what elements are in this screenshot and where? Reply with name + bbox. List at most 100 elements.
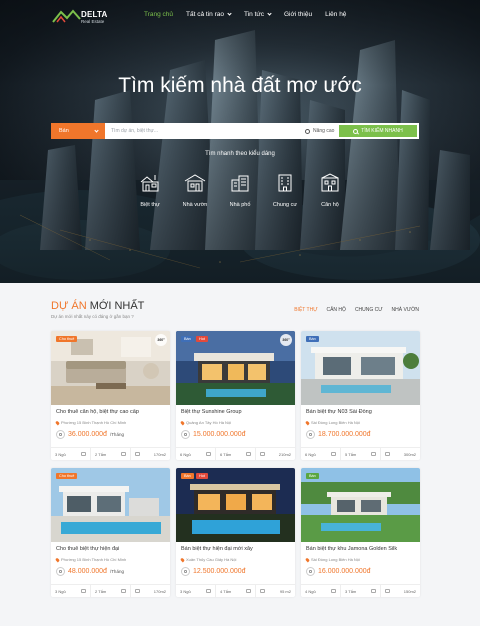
quick-type-label: Căn hộ (321, 202, 339, 208)
nav-item-label: Tất cả tin rao (186, 11, 224, 18)
bed-icon (81, 589, 86, 593)
price-row: 12.500.000.000đ (181, 567, 249, 576)
nav-item-news[interactable]: Tin tức (244, 11, 272, 18)
villa-dusk-image (176, 331, 295, 405)
tab-apartment[interactable]: CHUNG CƯ (355, 307, 383, 313)
garden-house-icon (184, 174, 206, 192)
listing-card[interactable]: Bán Bán biệt thự N03 Sài Đồng Sài Đồng L… (301, 331, 420, 460)
listing-price: 36.000.000đ (68, 431, 107, 438)
listing-title[interactable]: Bán biệt thự hiện đại mới xây (181, 546, 291, 552)
white-villa-image (301, 331, 420, 405)
quick-type-apartment[interactable]: Chung cư (265, 172, 305, 216)
night-villa-pool-image (176, 468, 295, 542)
quick-search-types: Biệt thự Nhà vườn Nhà phố Chung cư Căn h… (130, 172, 350, 216)
tab-condo[interactable]: CĂN HỘ (326, 307, 345, 313)
listing-title[interactable]: Bán biệt thự N03 Sài Đồng (306, 409, 416, 415)
hero-overlay (0, 0, 480, 283)
bathrooms-stat: 4 Tắm (216, 585, 256, 597)
tab-villa[interactable]: BIỆT THỰ (294, 307, 317, 313)
nav-item-label: Giới thiệu (283, 11, 313, 18)
location-text: Quảng An Tây Hồ Hà Nội (186, 420, 232, 425)
quick-search-button[interactable]: TÌM KIẾM NHANH (339, 125, 417, 137)
bathrooms-stat: 6 Tắm (216, 448, 256, 460)
hot-badge: Hot (196, 336, 208, 342)
area-stat: 170m2 (131, 585, 170, 597)
phone-icon[interactable] (181, 567, 190, 576)
listing-title[interactable]: Cho thuê căn hộ, biệt thự cao cấp (56, 409, 166, 415)
chevron-down-icon (227, 11, 232, 16)
listing-title[interactable]: Biệt thự Sunshine Group (181, 409, 291, 415)
bedrooms-stat: 3 Ngủ (51, 448, 91, 460)
bedrooms-value: 6 Ngủ (180, 451, 191, 457)
quick-type-garden-house[interactable]: Nhà vườn (175, 172, 215, 216)
listing-card[interactable]: Cho thuê 360° Cho thuê căn hộ, biệt thự … (51, 331, 170, 460)
bedrooms-value: 4 Ngủ (305, 588, 316, 594)
bedrooms-stat: 3 Ngủ (51, 585, 91, 597)
tab-garden-house[interactable]: NHÀ VƯỜN (392, 307, 419, 313)
quick-type-villa[interactable]: Biệt thự (130, 172, 170, 216)
bedrooms-value: 3 Ngủ (55, 588, 66, 594)
phone-icon[interactable] (306, 567, 315, 576)
listing-photo[interactable]: Cho thuê (51, 468, 170, 542)
phone-icon[interactable] (306, 430, 315, 439)
advanced-search-button[interactable]: Nâng cao (305, 128, 339, 134)
townhouse-icon (231, 175, 249, 192)
bathrooms-value: 6 Tắm (220, 451, 232, 457)
chevron-down-icon (267, 11, 272, 16)
panorama-360-icon[interactable]: 360° (155, 334, 167, 346)
listing-price: 12.500.000.000đ (193, 568, 246, 575)
price-row: 18.700.000.000đ (306, 430, 374, 439)
logo-text: DELTA (81, 10, 108, 19)
listing-location: Xuân Thủy Cầu Giấy Hà Nội (180, 557, 236, 562)
listing-photo[interactable]: Bán (301, 468, 420, 542)
listing-title[interactable]: Cho thuê biệt thự hiện đại (56, 546, 166, 552)
phone-icon[interactable] (181, 430, 190, 439)
bath-icon (121, 452, 126, 456)
listing-location: Phường 15 Bình Thạnh Hồ Chí Minh (55, 420, 126, 425)
nav-item-home[interactable]: Trang chủ (144, 11, 173, 18)
listing-type-select[interactable]: Bán (51, 123, 105, 139)
condo-icon (321, 173, 339, 192)
listing-type-value: Bán (59, 128, 69, 134)
nav-item-about[interactable]: Giới thiệu (284, 11, 312, 18)
search-input[interactable] (105, 123, 305, 139)
phone-icon[interactable] (56, 430, 65, 439)
bedrooms-value: 3 Ngủ (180, 588, 191, 594)
nav-item-all-listings[interactable]: Tất cả tin rao (186, 11, 232, 18)
logo[interactable]: DELTA Real Estate (51, 7, 111, 27)
listing-price: 48.000.000đ (68, 568, 107, 575)
nav-item-label: Trang chủ (144, 11, 174, 18)
panorama-360-icon[interactable]: 360° (280, 334, 292, 346)
listing-card[interactable]: Bán Bán biệt thự khu Jamona Golden Silk … (301, 468, 420, 597)
listing-photo[interactable]: Bán (301, 331, 420, 405)
bath-icon (246, 452, 251, 456)
listing-card[interactable]: Bán Hot Bán biệt thự hiện đại mới xây Xu… (176, 468, 295, 597)
map-pin-icon (55, 420, 60, 425)
listing-card[interactable]: Bán Hot 360° Biệt thự Sunshine Group Quả… (176, 331, 295, 460)
area-icon (135, 452, 140, 456)
listing-photo[interactable]: Bán Hot (176, 468, 295, 542)
chevron-down-icon (94, 127, 99, 133)
map-pin-icon (55, 557, 60, 562)
villa-icon (140, 175, 159, 192)
advanced-search-label: Nâng cao (313, 128, 335, 134)
listing-card[interactable]: Cho thuê Cho thuê biệt thự hiện đại Phườ… (51, 468, 170, 597)
phone-icon[interactable] (56, 567, 65, 576)
nav-item-contact[interactable]: Liên hệ (325, 11, 346, 18)
listing-photo[interactable]: Cho thuê 360° (51, 331, 170, 405)
bed-icon (81, 452, 86, 456)
living-room-image (51, 331, 170, 405)
bathrooms-value: 2 Tắm (95, 588, 107, 594)
quick-type-townhouse[interactable]: Nhà phố (220, 172, 260, 216)
listing-price: 16.000.000.000đ (318, 568, 371, 575)
location-text: Phường 15 Bình Thạnh Hồ Chí Minh (61, 557, 127, 562)
listing-photo[interactable]: Bán Hot 360° (176, 331, 295, 405)
bath-icon (246, 589, 251, 593)
status-badge: Cho thuê (56, 336, 78, 342)
area-value: 150m2 (403, 588, 416, 594)
area-icon (260, 452, 265, 456)
price-row: 15.000.000.000đ (181, 430, 249, 439)
price-row: 48.000.000đ /Tháng (56, 567, 124, 576)
listing-title[interactable]: Bán biệt thự khu Jamona Golden Silk (306, 546, 416, 552)
quick-type-condo[interactable]: Căn hộ (310, 172, 350, 216)
